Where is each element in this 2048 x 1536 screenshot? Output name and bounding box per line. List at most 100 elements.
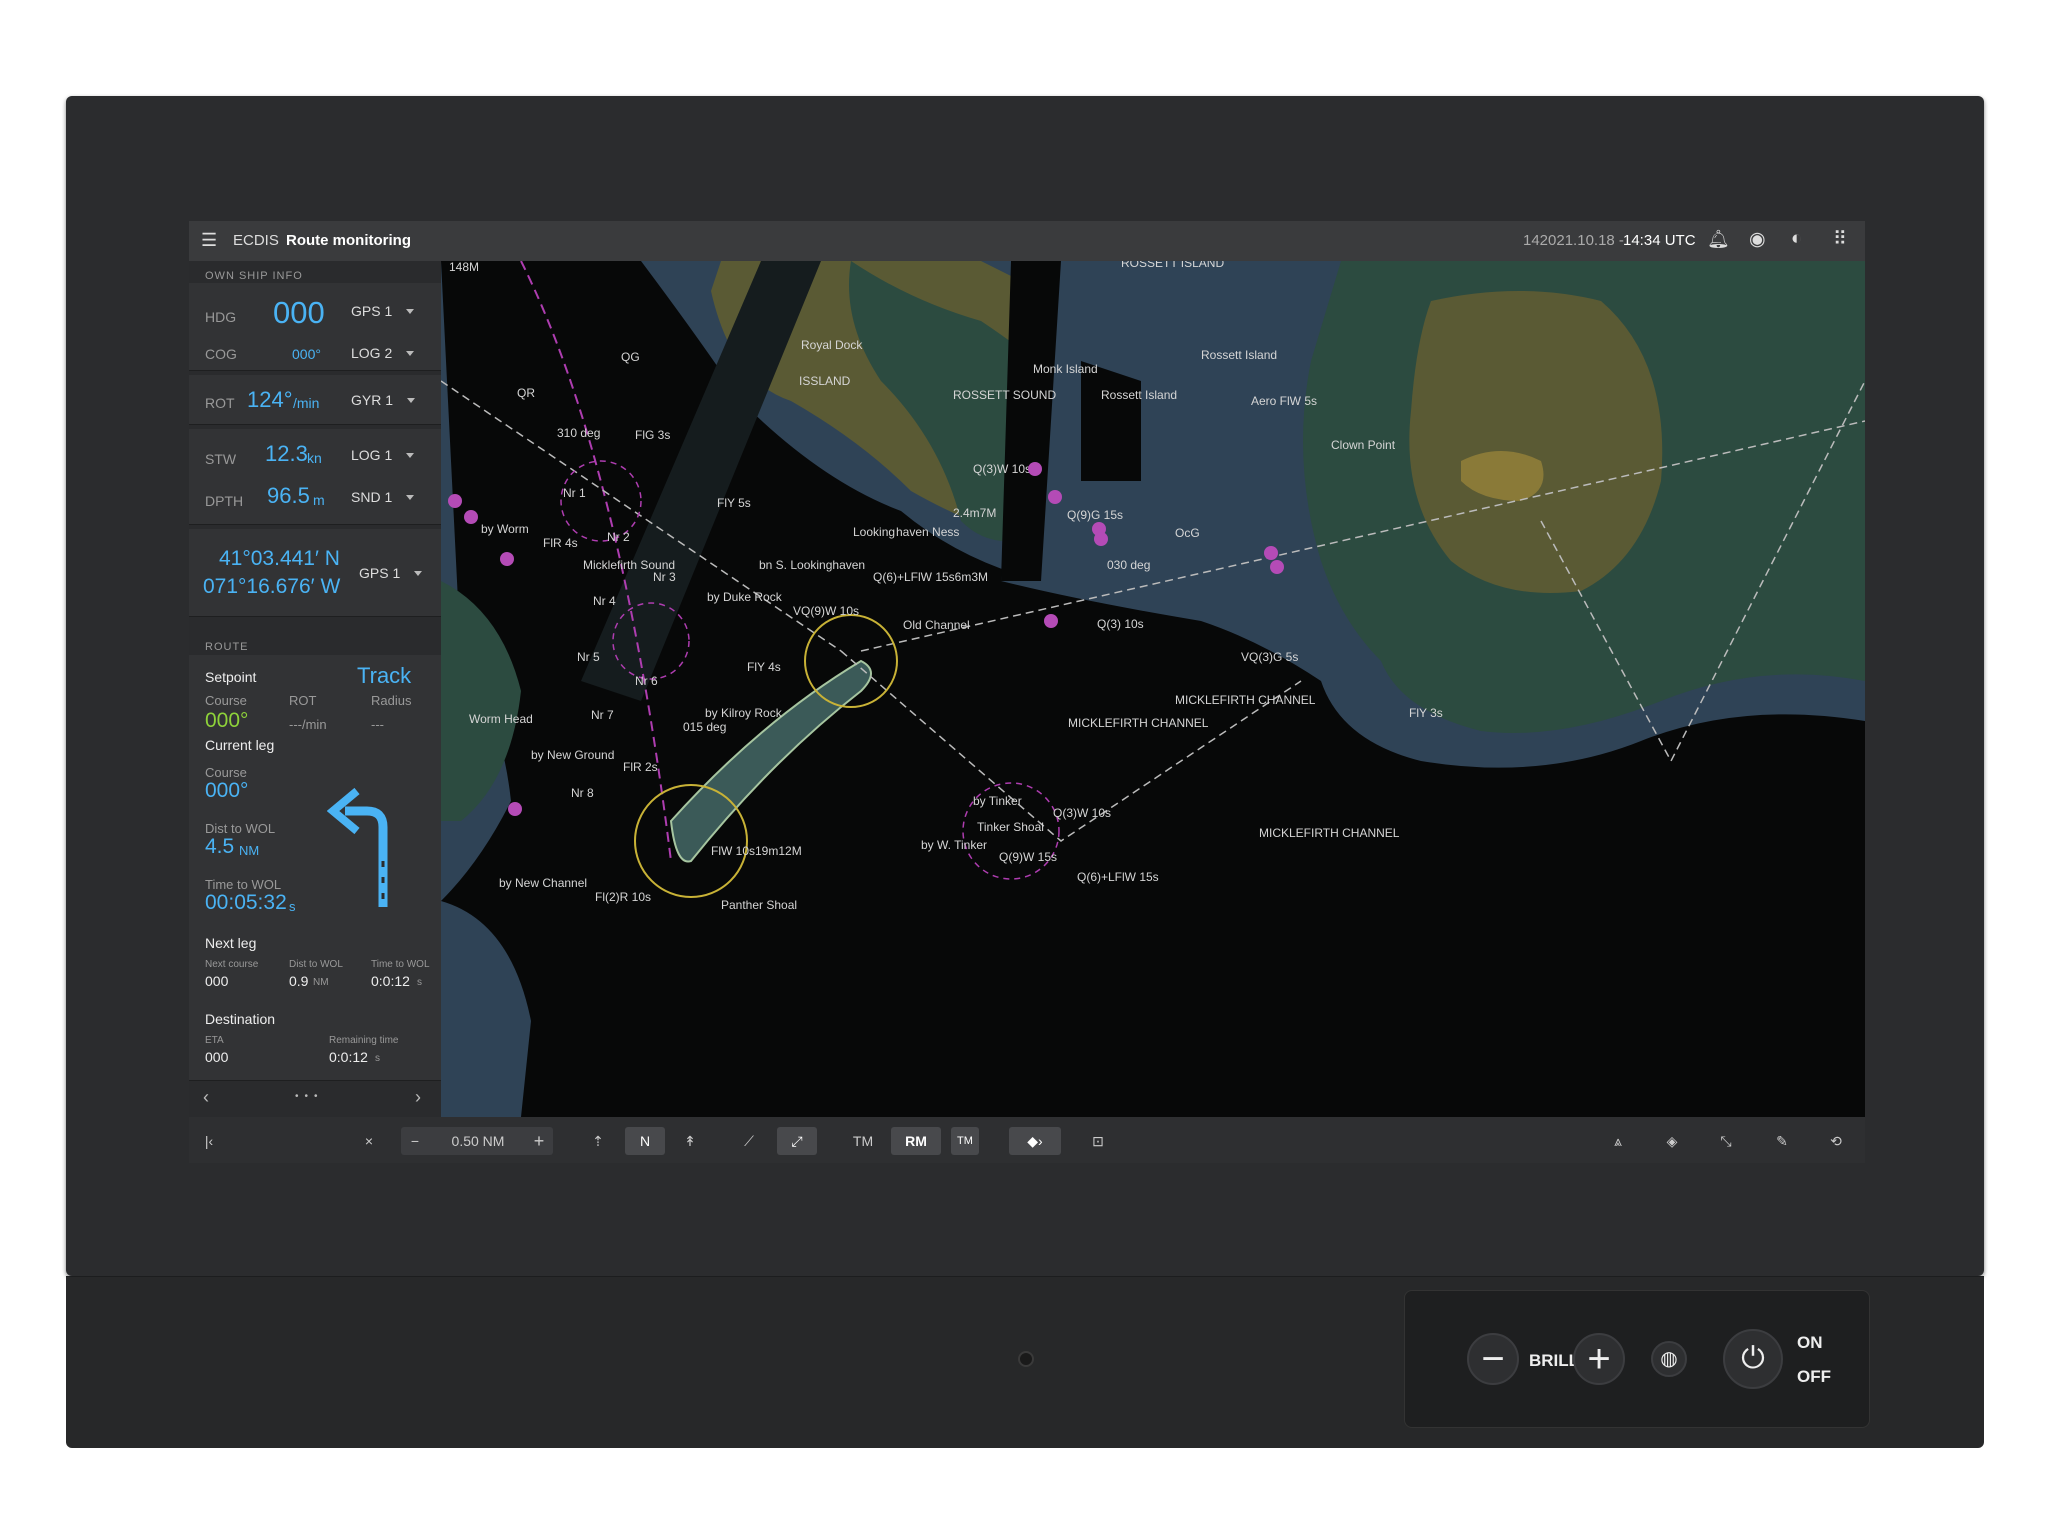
map-label: MICKLEFIRTH CHANNEL bbox=[1068, 716, 1209, 730]
land-rossett-island-inner bbox=[1409, 291, 1663, 593]
power-button[interactable]: ⏻ bbox=[1723, 1329, 1783, 1389]
rot-value: 124° bbox=[247, 387, 293, 412]
hamburger-menu-icon[interactable]: ☰ bbox=[201, 230, 217, 251]
brightness-icon[interactable]: ◐ bbox=[1791, 228, 1802, 250]
collapse-left-icon[interactable]: |‹ bbox=[197, 1127, 221, 1155]
tm-button[interactable]: TM bbox=[843, 1127, 883, 1155]
stw-source-select[interactable]: LOG 1 bbox=[351, 447, 415, 463]
track-mode[interactable]: Track bbox=[357, 663, 411, 689]
wreck-hazard-icon bbox=[1264, 546, 1278, 560]
dpth-source-select[interactable]: SND 1 bbox=[351, 489, 415, 505]
off-label: OFF bbox=[1797, 1367, 1831, 1386]
map-label: Looking bbox=[853, 525, 895, 539]
layers-dropdown-icon[interactable]: ◆› bbox=[1009, 1127, 1061, 1155]
zoom-out-button[interactable]: − bbox=[403, 1127, 427, 1155]
map-label: FlY 3s bbox=[1409, 706, 1443, 720]
map-label: by Duke Rock bbox=[707, 590, 783, 604]
info-sidebar: OWN SHIP INFO HDG 000 GPS 1 COG 000° LOG… bbox=[189, 261, 441, 1117]
map-label: by Worm bbox=[481, 522, 529, 536]
map-label: by New Channel bbox=[499, 876, 587, 890]
course-up-icon[interactable]: ↟ bbox=[675, 1127, 705, 1155]
sp-course-label: Course bbox=[205, 693, 247, 708]
wreck-hazard-icon bbox=[448, 494, 462, 508]
position-section: 41°03.441′ N 071°16.676′ W GPS 1 bbox=[189, 529, 441, 617]
top-bar: ☰ ECDIS Route monitoring 142021.10.18 - … bbox=[189, 221, 1865, 261]
rot-unit: /min bbox=[293, 395, 320, 411]
sp-course-value: 000° bbox=[205, 709, 249, 732]
map-label: bn S. Lookinghaven bbox=[759, 558, 865, 572]
stw-label: STW bbox=[205, 451, 237, 467]
brill-plus-button[interactable]: + bbox=[1573, 1333, 1625, 1385]
tm-reset-icon[interactable]: TM bbox=[951, 1127, 979, 1155]
close-icon[interactable]: × bbox=[357, 1127, 381, 1155]
layers-icon[interactable]: ◈ bbox=[1657, 1127, 1687, 1155]
island-long-shoal bbox=[669, 659, 872, 863]
stw-unit: kn bbox=[307, 450, 322, 466]
map-label: OcG bbox=[1175, 526, 1200, 540]
hdg-source-select[interactable]: GPS 1 bbox=[351, 303, 415, 319]
north-up-icon[interactable]: N bbox=[625, 1127, 665, 1155]
map-label: 148M bbox=[449, 261, 479, 274]
camera-lens bbox=[1018, 1351, 1034, 1367]
land-left bbox=[441, 581, 521, 821]
cl-course-value: 000° bbox=[205, 779, 249, 802]
brill-minus-button[interactable]: − bbox=[1467, 1333, 1519, 1385]
route-tool-icon[interactable]: ⩓ bbox=[1603, 1127, 1633, 1155]
sp-radius-value: --- bbox=[371, 717, 384, 732]
wreck-hazard-icon bbox=[1044, 614, 1058, 628]
eta-label: ETA bbox=[205, 1035, 224, 1046]
map-label: FlY 5s bbox=[717, 496, 751, 510]
edit-icon[interactable]: ✎ bbox=[1767, 1127, 1797, 1155]
own-ship-header: OWN SHIP INFO bbox=[205, 270, 303, 282]
apps-grid-icon[interactable]: ⠿ bbox=[1833, 228, 1847, 251]
nl-dist-unit: NM bbox=[313, 977, 329, 988]
track-tool-icon[interactable]: ⤡ bbox=[1711, 1127, 1741, 1155]
map-label: Nr 2 bbox=[607, 530, 630, 544]
map-label: Royal Dock bbox=[801, 338, 863, 352]
globe-icon[interactable]: ◍ bbox=[1651, 1341, 1687, 1377]
longitude-value: 071°16.676′ W bbox=[203, 575, 341, 598]
turn-left-arrow-icon bbox=[327, 787, 388, 907]
page-title: Route monitoring bbox=[286, 232, 411, 249]
cog-source-select[interactable]: LOG 2 bbox=[351, 345, 415, 361]
map-label: Fl(2)R 10s bbox=[595, 890, 651, 904]
map-label: FlR 2s bbox=[623, 760, 658, 774]
map-label: by Tinker bbox=[973, 794, 1022, 808]
map-label: MICKLEFIRTH CHANNEL bbox=[1175, 693, 1316, 707]
zoom-in-button[interactable]: + bbox=[527, 1127, 551, 1155]
map-label: Nr 1 bbox=[563, 486, 586, 500]
user-icon[interactable]: ◉ bbox=[1749, 228, 1766, 251]
brill-label: BRILL bbox=[1529, 1351, 1580, 1370]
position-source-select[interactable]: GPS 1 bbox=[359, 565, 423, 581]
map-label: Worm Head bbox=[469, 712, 533, 726]
heading-up-icon[interactable]: ⇡ bbox=[583, 1127, 613, 1155]
map-label: Clown Point bbox=[1331, 438, 1396, 452]
nautical-chart-map[interactable]: ROSSETT ISLAND Rossett Island Royal Dock… bbox=[441, 261, 1865, 1117]
wreck-hazard-icon bbox=[1094, 532, 1108, 546]
dpth-unit: m bbox=[313, 492, 325, 508]
time-wol-label: Time to WOL bbox=[205, 877, 282, 892]
time-wol-value: 00:05:32 bbox=[205, 891, 287, 914]
measure-tool-icon[interactable]: ⟋ bbox=[729, 1127, 769, 1155]
cl-course-label: Course bbox=[205, 765, 247, 780]
rm-button[interactable]: RM bbox=[891, 1127, 941, 1155]
ebl-tool-icon[interactable]: ⤢ bbox=[777, 1127, 817, 1155]
prev-page-chevron-icon[interactable]: ‹ bbox=[203, 1087, 209, 1108]
chart-settings-icon[interactable]: ⟲ bbox=[1821, 1127, 1851, 1155]
map-label: Panther Shoal bbox=[721, 898, 797, 912]
map-label: Nr 8 bbox=[571, 786, 594, 800]
map-label: FlW 10s19m12M bbox=[711, 844, 802, 858]
route-section: Setpoint Track Course ROT Radius 000° --… bbox=[189, 655, 441, 1081]
app-name: ECDIS bbox=[233, 232, 279, 249]
map-label: VQ(9)W 10s bbox=[793, 604, 859, 618]
bell-icon[interactable]: 🔔︎ bbox=[1707, 229, 1730, 250]
cog-value: 000° bbox=[292, 346, 321, 362]
map-label: Q(3) 10s bbox=[1097, 617, 1144, 631]
map-label: FlY 4s bbox=[747, 660, 781, 674]
on-label: ON bbox=[1797, 1333, 1823, 1352]
chart-info-icon[interactable]: ⊡ bbox=[1083, 1127, 1113, 1155]
next-page-chevron-icon[interactable]: › bbox=[415, 1087, 421, 1108]
anchorage-circle-1 bbox=[560, 460, 642, 542]
map-label: MICKLEFIRTH CHANNEL bbox=[1259, 826, 1400, 840]
rot-source-select[interactable]: GYR 1 bbox=[351, 392, 416, 408]
